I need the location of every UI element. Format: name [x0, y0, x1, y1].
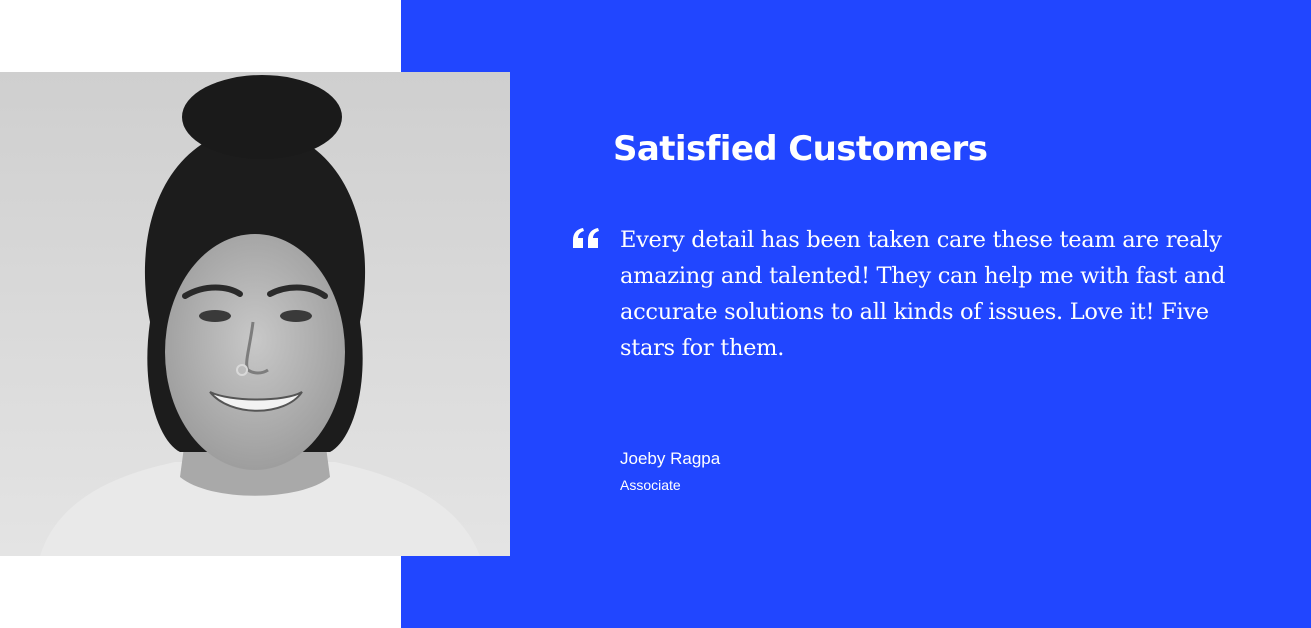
author-role: Associate	[620, 477, 681, 493]
testimonial-section: Satisfied Customers Every detail has bee…	[0, 0, 1311, 628]
testimonial-quote: Every detail has been taken care these t…	[620, 227, 1226, 361]
section-heading: Satisfied Customers	[613, 129, 988, 169]
author-name: Joeby Ragpa	[620, 449, 721, 468]
quote-icon	[572, 227, 600, 249]
customer-photo	[0, 72, 510, 556]
